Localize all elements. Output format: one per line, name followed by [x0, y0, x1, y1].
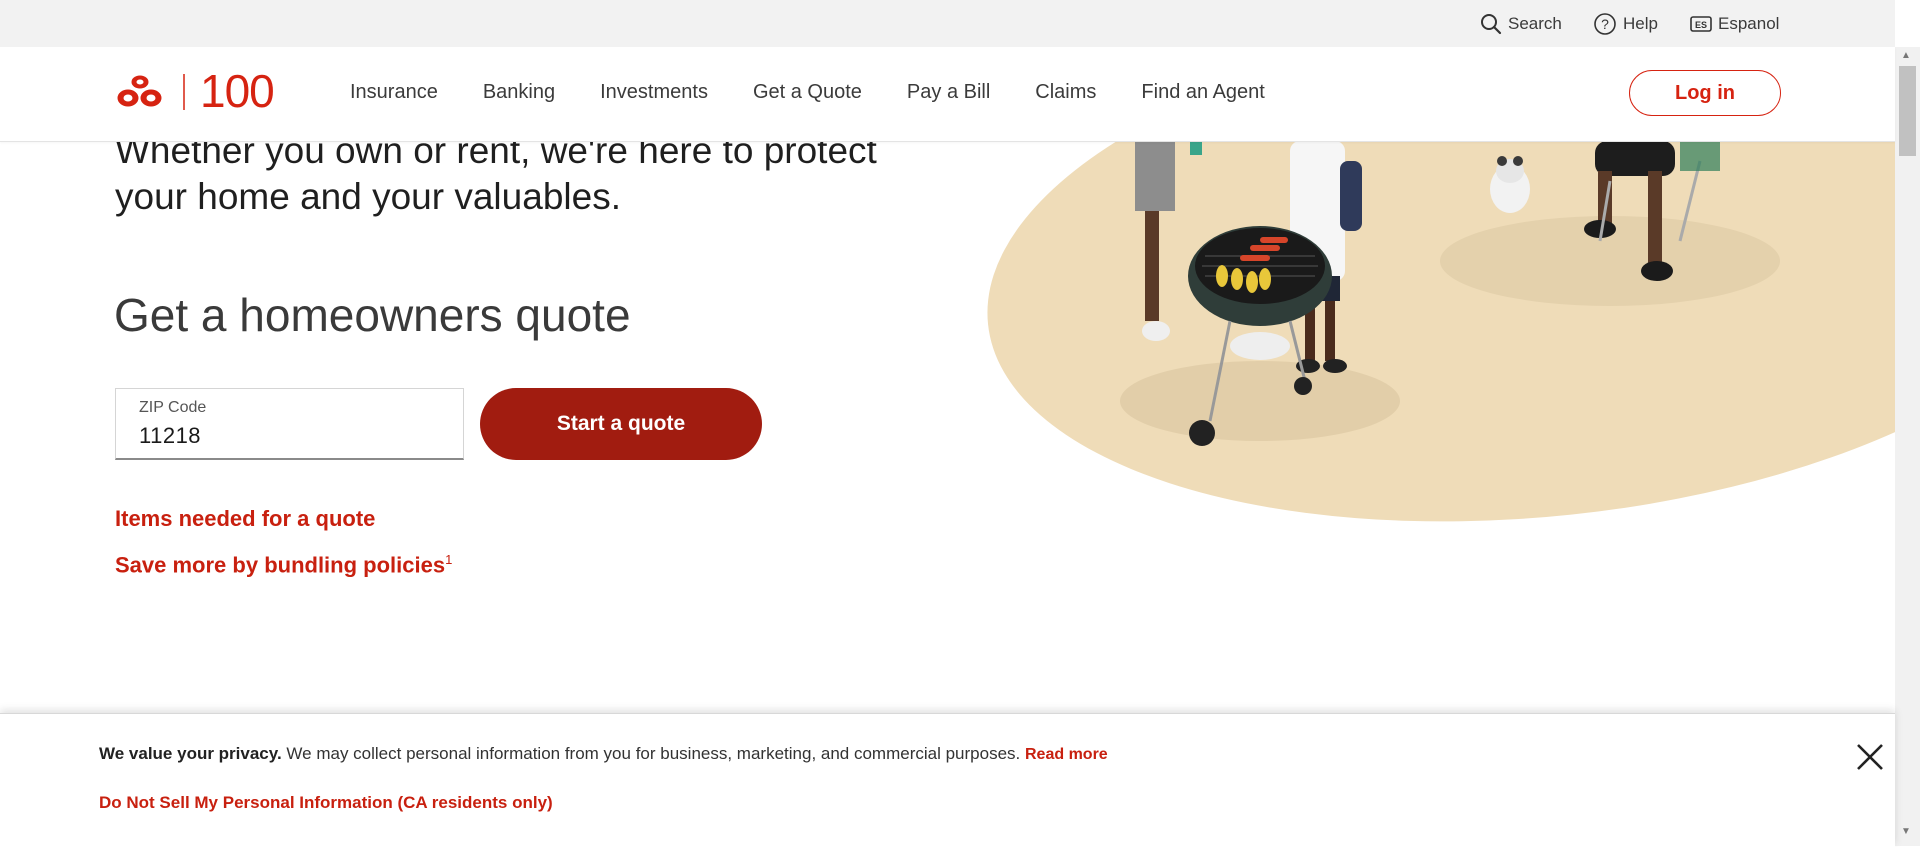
search-link[interactable]: Search	[1480, 13, 1562, 35]
nav-insurance[interactable]: Insurance	[350, 81, 438, 104]
nav-claims[interactable]: Claims	[1035, 81, 1096, 104]
nav-pay-a-bill[interactable]: Pay a Bill	[907, 81, 990, 104]
main-header: 100 Insurance Banking Investments Get a …	[0, 47, 1895, 142]
items-needed-link[interactable]: Items needed for a quote	[115, 506, 375, 532]
login-button[interactable]: Log in	[1629, 70, 1781, 116]
zip-code-label: ZIP Code	[139, 399, 207, 416]
start-quote-button[interactable]: Start a quote	[480, 388, 762, 460]
espanol-link[interactable]: ES Espanol	[1690, 13, 1779, 35]
quote-heading: Get a homeowners quote	[114, 289, 631, 341]
nav-get-a-quote[interactable]: Get a Quote	[753, 81, 862, 104]
scroll-up-arrow-icon[interactable]: ▲	[1901, 50, 1911, 61]
privacy-banner: We value your privacy. We may collect pe…	[0, 713, 1895, 847]
language-es-icon: ES	[1690, 16, 1712, 32]
state-farm-logo[interactable]: 100	[116, 65, 300, 117]
main-nav: Insurance Banking Investments Get a Quot…	[350, 81, 1310, 104]
nav-banking[interactable]: Banking	[483, 81, 555, 104]
svg-text:?: ?	[1601, 16, 1609, 32]
privacy-message: We value your privacy. We may collect pe…	[99, 744, 1108, 764]
search-icon	[1481, 14, 1502, 35]
privacy-bold-text: We value your privacy.	[99, 744, 282, 763]
help-label: Help	[1623, 14, 1658, 33]
svg-text:ES: ES	[1695, 20, 1707, 30]
close-icon	[1857, 744, 1883, 770]
zip-code-field[interactable]: ZIP Code	[115, 388, 464, 460]
scroll-down-arrow-icon[interactable]: ▼	[1901, 826, 1911, 837]
hero-image	[960, 141, 1895, 571]
search-label: Search	[1508, 14, 1562, 33]
read-more-link[interactable]: Read more	[1025, 746, 1108, 763]
bundling-link-label: Save more by bundling policies	[115, 552, 446, 578]
three-ovals-icon	[117, 75, 162, 107]
close-privacy-button[interactable]	[1852, 739, 1888, 775]
scrollbar-thumb[interactable]	[1899, 66, 1916, 156]
logo-100-text: 100	[200, 65, 275, 117]
help-link[interactable]: ? Help	[1593, 13, 1658, 35]
help-icon: ?	[1594, 13, 1616, 35]
privacy-body-text: We may collect personal information from…	[286, 744, 1021, 763]
footnote-marker: 1	[445, 552, 453, 567]
nav-find-an-agent[interactable]: Find an Agent	[1141, 81, 1264, 104]
bundling-link[interactable]: Save more by bundling policies1	[115, 552, 452, 578]
nav-investments[interactable]: Investments	[600, 81, 708, 104]
utility-bar: Search ? Help ES Espanol	[0, 0, 1895, 47]
espanol-label: Espanol	[1718, 14, 1780, 33]
scrollbar[interactable]	[1895, 47, 1920, 846]
zip-code-input[interactable]	[139, 423, 439, 449]
do-not-sell-link[interactable]: Do Not Sell My Personal Information (CA …	[99, 793, 553, 813]
